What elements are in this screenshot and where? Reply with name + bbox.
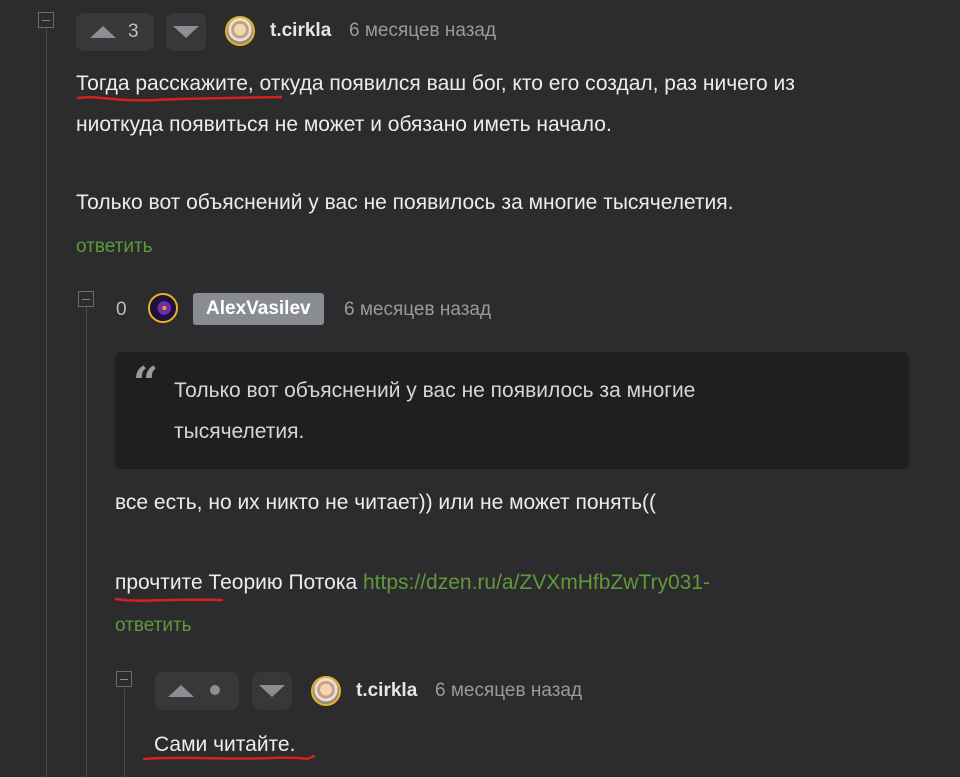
- thread-line: [46, 28, 47, 777]
- red-annotation-underline: [76, 95, 283, 102]
- collapse-icon[interactable]: [38, 12, 54, 28]
- thread-line: [86, 307, 87, 777]
- upvote-icon[interactable]: [168, 685, 194, 697]
- avatar-icon[interactable]: [225, 16, 255, 46]
- external-link[interactable]: https://dzen.ru/a/ZVXmHfbZwTry031-: [363, 571, 710, 594]
- vote-count: 3: [128, 21, 139, 42]
- avatar-icon[interactable]: [148, 293, 178, 323]
- thread-line: [124, 689, 125, 777]
- quote-text-line: Только вот объяснений у вас не появилось…: [174, 379, 696, 402]
- red-annotation-underline: [114, 597, 224, 602]
- vote-box: [155, 672, 239, 710]
- collapse-icon[interactable]: [78, 291, 94, 307]
- upvote-icon[interactable]: [90, 26, 116, 38]
- timestamp[interactable]: 6 месяцев назад: [349, 20, 496, 42]
- downvote-icon[interactable]: [259, 685, 285, 697]
- quote-block: “ Только вот объяснений у вас не появило…: [115, 352, 909, 469]
- downvote-icon[interactable]: [173, 26, 199, 38]
- quote-icon: “: [133, 358, 159, 409]
- comment-text-line: все есть, но их никто не читает)) или не…: [115, 491, 657, 514]
- username[interactable]: t.cirkla: [270, 20, 331, 42]
- downvote-box[interactable]: [252, 672, 292, 710]
- timestamp[interactable]: 6 месяцев назад: [435, 680, 582, 702]
- vote-box: 3: [76, 13, 154, 51]
- comment-text-prefix: прочтите Теорию Потока: [115, 571, 363, 594]
- reply-link[interactable]: ответить: [76, 236, 153, 258]
- author-badge[interactable]: AlexVasilev: [193, 293, 324, 325]
- quote-text-line: тысячелетия.: [174, 420, 305, 443]
- avatar-icon[interactable]: [311, 676, 341, 706]
- collapse-icon[interactable]: [116, 671, 132, 687]
- red-annotation-underline: [142, 754, 316, 761]
- username[interactable]: t.cirkla: [356, 680, 417, 702]
- comment-text-line: ниоткуда появиться не может и обязано им…: [76, 113, 612, 136]
- no-votes-dot-icon: [210, 685, 220, 695]
- vote-count: 0: [116, 299, 127, 320]
- comment-text-line: Только вот объяснений у вас не появилось…: [76, 191, 734, 214]
- reply-link[interactable]: ответить: [115, 615, 192, 637]
- downvote-box[interactable]: [166, 13, 206, 51]
- timestamp[interactable]: 6 месяцев назад: [344, 299, 491, 321]
